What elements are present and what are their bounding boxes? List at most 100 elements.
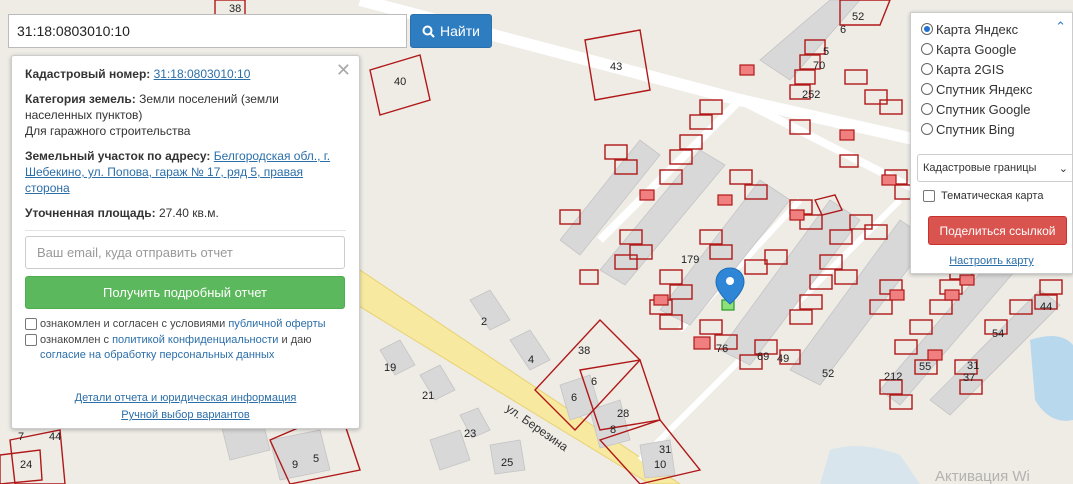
offer-link[interactable]: публичной оферты [228, 318, 325, 330]
search-button-label: Найти [440, 23, 480, 39]
email-input[interactable]: Ваш email, куда отправить отчет [25, 236, 345, 269]
cadastral-label: Кадастровый номер: [25, 67, 151, 81]
layer-select[interactable]: Кадастровые границы ⌄ [917, 154, 1073, 182]
thematic-checkbox[interactable] [923, 190, 935, 202]
details-link-row: Детали отчета и юридическая информация [12, 390, 359, 406]
manual-link[interactable]: Ручной выбор вариантов [121, 409, 249, 421]
parcel-number-label: 44 [49, 431, 61, 443]
map-type-label: Спутник Яндекс [936, 81, 1033, 97]
radio-button[interactable] [921, 83, 933, 95]
close-icon[interactable]: ✕ [336, 60, 351, 80]
layer-select-value: Кадастровые границы [923, 162, 1037, 174]
cadastral-search-input[interactable] [8, 14, 407, 48]
parcel-number-label: 43 [610, 61, 622, 73]
chevron-up-icon[interactable]: ⌃ [1055, 19, 1066, 35]
parcel-number-label: 7 [18, 431, 24, 443]
parcel-number-label: 52 [822, 368, 834, 380]
parcel-number-label: 5 [313, 453, 319, 465]
map-type-label: Карта Яндекс [936, 21, 1019, 37]
map-type-option[interactable]: Карта Google [911, 39, 1072, 59]
map-type-options: Карта Яндекс Карта Google Карта 2GIS Спутни… [911, 13, 1072, 139]
layers-panel: Карта Яндекс Карта Google Карта 2GIS Спутни… [910, 12, 1073, 274]
thematic-map-toggle[interactable]: Тематическая карта [923, 190, 1043, 202]
parcel-number-label: 2 [481, 316, 487, 328]
parcel-number-label: 5 [823, 46, 829, 58]
offer-prefix: ознакомлен и согласен с условиями [40, 318, 226, 330]
parcel-number-label: 4 [528, 354, 534, 366]
radio-button[interactable] [921, 63, 933, 75]
parcel-number-label: 70 [813, 60, 825, 72]
category-row: Категория земель: Земли поселений (земли… [25, 91, 346, 139]
parcel-number-label: 24 [20, 459, 32, 471]
area-value: 27.40 кв.м. [158, 206, 219, 220]
map-type-option[interactable]: Спутник Bing [911, 119, 1072, 139]
parcel-number-label: 19 [384, 362, 396, 374]
search-icon [422, 25, 435, 38]
parcel-number-label: 23 [464, 428, 476, 440]
map-type-option[interactable]: Карта Яндекс [911, 19, 1072, 39]
parcel-number-label: 252 [802, 89, 820, 101]
divider [25, 230, 346, 231]
parcel-number-label: 28 [617, 408, 629, 420]
parcel-number-label: 54 [992, 328, 1004, 340]
radio-button[interactable] [921, 103, 933, 115]
parcel-info-panel: ✕ Кадастровый номер: 31:18:0803010:10 Ка… [11, 55, 360, 429]
usage-value: Для гаражного строительства [25, 124, 191, 138]
parcel-number-label: 6 [840, 24, 846, 36]
search-button[interactable]: Найти [410, 14, 492, 48]
consent-link[interactable]: согласие на обработку персональных данны… [40, 349, 274, 361]
privacy-suffix: и даю [281, 334, 312, 346]
parcel-number-label: 49 [777, 353, 789, 365]
manual-link-row: Ручной выбор вариантов [12, 407, 359, 423]
thematic-label: Тематическая карта [941, 190, 1044, 202]
parcel-number-label: 8 [610, 424, 616, 436]
cadastral-number-row: Кадастровый номер: 31:18:0803010:10 [25, 66, 346, 82]
details-link[interactable]: Детали отчета и юридическая информация [75, 392, 297, 404]
map-type-option[interactable]: Карта 2GIS [911, 59, 1072, 79]
map-type-option[interactable]: Спутник Google [911, 99, 1072, 119]
parcel-number-label: 6 [591, 376, 597, 388]
parcel-number-label: 76 [716, 343, 728, 355]
area-label: Уточненная площадь: [25, 206, 156, 220]
map-type-label: Спутник Bing [936, 121, 1015, 137]
parcel-number-label: 37 [963, 372, 975, 384]
parcel-number-label: 52 [852, 11, 864, 23]
address-label: Земельный участок по адресу: [25, 149, 211, 163]
activation-watermark: Активация Wi [935, 468, 1030, 484]
area-row: Уточненная площадь: 27.40 кв.м. [25, 205, 346, 221]
parcel-number-label: 21 [422, 390, 434, 402]
cadastral-link[interactable]: 31:18:0803010:10 [154, 67, 251, 81]
parcel-number-label: 31 [967, 360, 979, 372]
address-row: Земельный участок по адресу: Белгородска… [25, 148, 346, 196]
get-report-button[interactable]: Получить подробный отчет [25, 276, 345, 309]
share-link-button[interactable]: Поделиться ссылкой [928, 216, 1067, 245]
chevron-down-icon: ⌄ [1058, 162, 1068, 175]
radio-button[interactable] [921, 43, 933, 55]
parcel-number-label: 44 [1040, 301, 1052, 313]
parcel-number-label: 212 [884, 371, 902, 383]
parcel-number-label: 69 [757, 351, 769, 363]
parcel-number-label: 9 [292, 459, 298, 471]
map-type-option[interactable]: Спутник Яндекс [911, 79, 1072, 99]
parcel-number-label: 179 [681, 254, 699, 266]
map-type-label: Карта Google [936, 41, 1017, 57]
parcel-number-label: 6 [571, 392, 577, 404]
offer-checkbox[interactable] [25, 318, 37, 330]
privacy-prefix: ознакомлен с [40, 334, 110, 346]
map-type-label: Спутник Google [936, 101, 1031, 117]
radio-button[interactable] [921, 123, 933, 135]
category-label: Категория земель: [25, 92, 136, 106]
parcel-number-label: 31 [659, 444, 671, 456]
parcel-number-label: 10 [654, 459, 666, 471]
offer-checkbox-row: ознакомлен и согласен с условиями публич… [25, 317, 346, 332]
map-type-label: Карта 2GIS [936, 61, 1005, 77]
privacy-link[interactable]: политикой конфиденциальности [112, 334, 278, 346]
setup-map-link[interactable]: Настроить карту [911, 255, 1072, 267]
parcel-number-label: 38 [578, 345, 590, 357]
parcel-number-label: 25 [501, 457, 513, 469]
privacy-checkbox-row: ознакомлен с политикой конфиденциальност… [25, 333, 346, 363]
radio-button[interactable] [921, 23, 933, 35]
parcel-number-label: 40 [394, 76, 406, 88]
parcel-number-label: 55 [919, 361, 931, 373]
privacy-checkbox[interactable] [25, 334, 37, 346]
